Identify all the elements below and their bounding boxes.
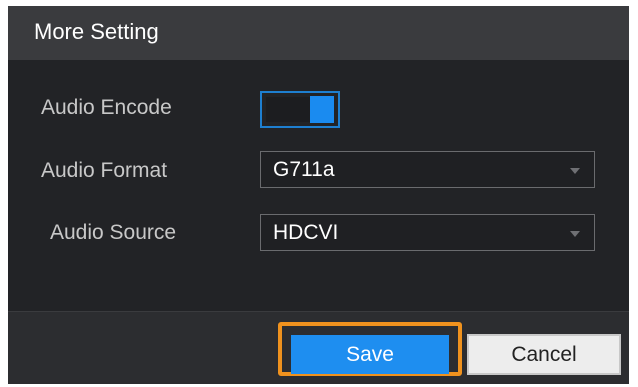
toggle-knob bbox=[310, 96, 334, 123]
audio-encode-toggle[interactable] bbox=[260, 91, 340, 128]
more-setting-dialog: More Setting Audio Encode Audio Format G… bbox=[8, 6, 629, 384]
dialog-titlebar: More Setting bbox=[8, 6, 629, 60]
dialog-title: More Setting bbox=[34, 19, 159, 44]
audio-source-label: Audio Source bbox=[50, 221, 177, 244]
audio-format-label: Audio Format bbox=[41, 159, 168, 182]
audio-format-value: G711a bbox=[273, 158, 335, 181]
dialog-footer: Save Cancel bbox=[8, 311, 629, 384]
audio-format-select[interactable]: G711a bbox=[260, 151, 595, 188]
audio-source-value: HDCVI bbox=[273, 221, 339, 244]
cancel-button[interactable]: Cancel bbox=[467, 334, 621, 375]
save-button[interactable]: Save bbox=[291, 335, 449, 374]
chevron-down-icon bbox=[570, 168, 580, 174]
audio-encode-label: Audio Encode bbox=[41, 96, 172, 119]
toggle-track bbox=[266, 97, 310, 122]
audio-source-select[interactable]: HDCVI bbox=[260, 214, 595, 251]
chevron-down-icon bbox=[570, 231, 580, 237]
